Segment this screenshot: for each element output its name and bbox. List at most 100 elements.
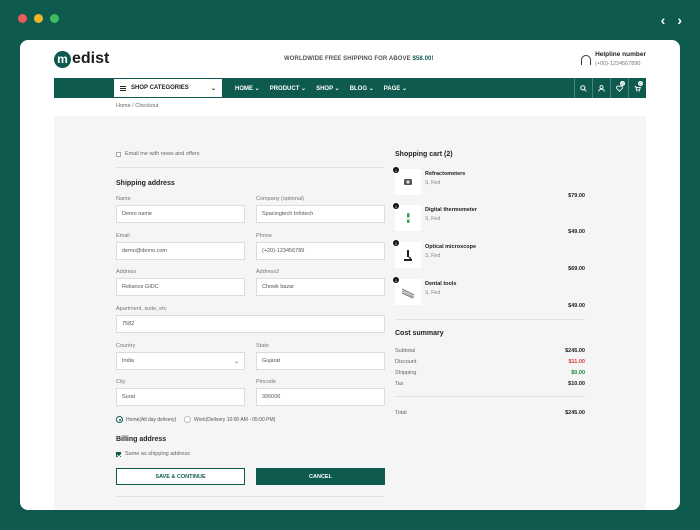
product-image	[395, 279, 421, 305]
city-input[interactable]: Surat	[116, 388, 245, 406]
address-input[interactable]: Reliance GIDC	[116, 278, 245, 296]
product-price: $69.00	[568, 266, 585, 272]
nav-icons: 0 0	[574, 78, 646, 98]
window-controls	[18, 14, 59, 23]
cost-summary-title: Cost summary	[395, 330, 444, 337]
subtotal-value: $245.00	[565, 348, 585, 354]
address2-input[interactable]: Chowk bazar	[256, 278, 385, 296]
discount-label: Discount	[395, 359, 417, 365]
maximize-dot[interactable]	[50, 14, 59, 23]
product-name[interactable]: Digital thermometer	[425, 207, 477, 213]
checkbox-box	[116, 151, 121, 157]
product-name[interactable]: Dental tools	[425, 281, 456, 287]
search-icon[interactable]	[574, 78, 592, 98]
heart-icon[interactable]: 0	[610, 78, 628, 98]
billing-same-checkbox[interactable]: Same as shipping address	[116, 451, 190, 457]
divider	[395, 396, 585, 397]
divider	[395, 319, 585, 320]
product-image	[395, 205, 421, 231]
tax-value: $10.00	[568, 381, 585, 387]
subtotal-row: Subtotal $245.00	[395, 348, 585, 354]
promo-text: WORLDWIDE FREE SHIPPING FOR ABOVE	[284, 56, 411, 62]
pincode-label: Pincode	[256, 379, 276, 385]
logo[interactable]: m edist	[54, 50, 109, 68]
cart-item[interactable]: 1 Refractometers S, Red $79.00	[393, 167, 585, 205]
delivery-work-radio[interactable]: Work(Delivery 10:00 AM - 05:00 PM)	[184, 416, 275, 423]
menu-item-blog[interactable]: BLOG ⌄	[350, 85, 374, 92]
menu-item-product[interactable]: PRODUCT ⌄	[270, 85, 306, 92]
product-name[interactable]: Refractometers	[425, 171, 465, 177]
discount-value: $11.00	[568, 359, 585, 365]
apartment-label: Apartment, suite, etc	[116, 306, 167, 312]
cart-icon[interactable]: 0	[628, 78, 646, 98]
email-input[interactable]: demo@demo.com	[116, 242, 245, 260]
user-icon[interactable]	[592, 78, 610, 98]
company-input[interactable]: Spacingtech Infotech	[256, 205, 385, 223]
shipping-value: $0.00	[571, 370, 585, 376]
cart-item[interactable]: 1 Dental tools S, Red $49.00	[393, 277, 585, 315]
shop-categories-label: SHOP CATEGORIES	[131, 85, 189, 91]
quantity-badge: 1	[393, 240, 399, 246]
product-name[interactable]: Optical microscope	[425, 244, 476, 250]
state-label: State	[256, 343, 269, 349]
quantity-badge: 1	[393, 277, 399, 283]
delivery-work-label: Work(Delivery 10:00 AM - 05:00 PM)	[194, 416, 276, 423]
wishlist-count-badge: 0	[620, 81, 625, 86]
menu-item-page[interactable]: PAGE ⌄	[384, 85, 407, 92]
minimize-dot[interactable]	[34, 14, 43, 23]
country-select[interactable]: India ⌄	[116, 352, 245, 370]
delivery-home-radio[interactable]: Home(All day delivery)	[116, 416, 176, 423]
name-label: Name	[116, 196, 131, 202]
address-label: Address	[116, 269, 137, 275]
back-arrow-icon[interactable]: ‹	[661, 12, 666, 28]
menu-item-home[interactable]: HOME ⌄	[235, 85, 260, 92]
promo-amount: $58.00!	[412, 56, 434, 62]
state-input[interactable]: Gujarat	[256, 352, 385, 370]
cart-title: Shopping cart (2)	[395, 151, 453, 158]
helpline-number[interactable]: (+00)-1234567890	[595, 61, 646, 67]
pincode-input[interactable]: 395006	[256, 388, 385, 406]
close-dot[interactable]	[18, 14, 27, 23]
shipping-title: Shipping address	[116, 180, 175, 187]
cancel-button[interactable]: CANCEL	[256, 468, 385, 485]
shipping-row: Shipping $0.00	[395, 370, 585, 376]
radio-selected	[116, 416, 123, 423]
total-label: Total	[395, 410, 407, 416]
phone-input[interactable]: (+20)-123456789	[256, 242, 385, 260]
browser-arrows: ‹ ›	[661, 12, 682, 28]
product-price: $79.00	[568, 193, 585, 199]
quantity-badge: 1	[393, 167, 399, 173]
product-image	[395, 242, 421, 268]
billing-same-label: Same as shipping address	[125, 451, 190, 457]
cart-item[interactable]: 1 Digital thermometer S, Red $49.00	[393, 203, 585, 241]
checkout-content: Email me with news and offers Shipping a…	[54, 116, 646, 510]
cart-item[interactable]: 1 Optical microscope S, Red $69.00	[393, 240, 585, 278]
save-continue-button[interactable]: SAVE & CONTINUE	[116, 468, 245, 485]
apartment-input[interactable]: 7582	[116, 315, 385, 333]
product-price: $49.00	[568, 229, 585, 235]
country-label: Country	[116, 343, 136, 349]
city-label: City	[116, 379, 126, 385]
total-value: $245.00	[565, 410, 585, 416]
newsletter-label: Email me with news and offers	[125, 151, 200, 157]
divider	[116, 167, 384, 168]
product-price: $49.00	[568, 303, 585, 309]
main-navbar: SHOP CATEGORIES ⌄ HOME ⌄ PRODUCT ⌄ SHOP …	[54, 78, 646, 98]
shop-categories-button[interactable]: SHOP CATEGORIES ⌄	[113, 78, 223, 98]
forward-arrow-icon[interactable]: ›	[677, 12, 682, 28]
quantity-badge: 1	[393, 203, 399, 209]
product-variant: S, Red	[425, 290, 441, 296]
newsletter-checkbox[interactable]: Email me with news and offers	[116, 151, 200, 157]
product-image	[395, 169, 421, 195]
main-menu: HOME ⌄ PRODUCT ⌄ SHOP ⌄ BLOG ⌄ PAGE ⌄	[235, 78, 407, 98]
company-label: Company (optional)	[256, 196, 304, 202]
menu-item-shop[interactable]: SHOP ⌄	[316, 85, 340, 92]
menu-icon	[120, 85, 126, 91]
chevron-down-icon: ⌄	[210, 85, 216, 92]
radio-unselected	[184, 416, 191, 423]
delivery-home-label: Home(All day delivery)	[126, 416, 177, 423]
product-variant: S, Red	[425, 180, 441, 186]
page-frame: m edist WORLDWIDE FREE SHIPPING FOR ABOV…	[20, 40, 680, 510]
name-input[interactable]: Demo name	[116, 205, 245, 223]
logo-mark: m	[54, 50, 71, 68]
